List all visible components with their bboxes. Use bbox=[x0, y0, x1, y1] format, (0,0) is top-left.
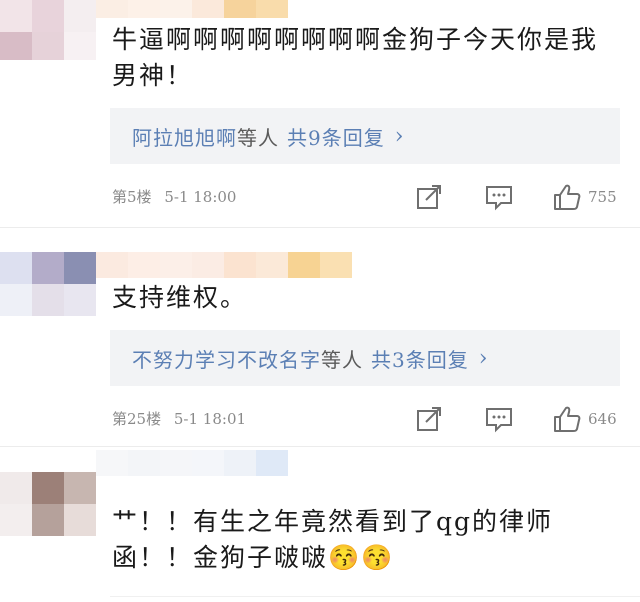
reply-summary[interactable]: 不努力学习不改名字 等人 共3条回复 › bbox=[110, 330, 620, 386]
divider bbox=[0, 227, 640, 228]
reply-summary[interactable]: 阿拉旭旭啊 等人 共9条回复 › bbox=[110, 108, 620, 164]
comment-meta: 第25楼 5-1 18:01 bbox=[112, 408, 246, 429]
reply-usernames[interactable]: 不努力学习不改名字 bbox=[132, 344, 321, 373]
thumbs-up-icon[interactable] bbox=[552, 404, 582, 434]
username-blurred[interactable] bbox=[96, 450, 288, 476]
floor-number: 第5楼 bbox=[112, 188, 152, 206]
comment-item: 艹！！有生之年竟然看到了qg的律师函！！金狗子啵啵😚😚 bbox=[0, 450, 640, 602]
username-blurred[interactable] bbox=[96, 252, 352, 278]
avatar[interactable] bbox=[0, 252, 96, 316]
comment-actions: 755 bbox=[414, 181, 617, 213]
username-blurred[interactable] bbox=[96, 0, 288, 18]
comment-text: 艹！！有生之年竟然看到了qg的律师函！！金狗子啵啵😚😚 bbox=[112, 507, 554, 572]
like-count: 646 bbox=[588, 410, 617, 428]
comment-item: 支持维权。 不努力学习不改名字 等人 共3条回复 › 第25楼 5-1 18:0… bbox=[0, 232, 640, 442]
timestamp: 5-1 18:00 bbox=[164, 188, 237, 206]
reply-and-others: 等人 bbox=[237, 125, 279, 150]
divider bbox=[0, 446, 640, 447]
chevron-right-icon: › bbox=[394, 123, 405, 149]
chevron-right-icon: › bbox=[478, 345, 489, 371]
comment-actions: 646 bbox=[414, 403, 617, 435]
reply-and-others: 等人 bbox=[321, 347, 363, 372]
reply-count[interactable]: 共9条回复 bbox=[287, 122, 385, 151]
comment-icon[interactable] bbox=[484, 404, 514, 434]
reply-usernames[interactable]: 阿拉旭旭啊 bbox=[132, 122, 237, 151]
comment-icon[interactable] bbox=[484, 182, 514, 212]
reply-count[interactable]: 共3条回复 bbox=[371, 344, 469, 373]
thumbs-up-icon[interactable] bbox=[552, 182, 582, 212]
share-icon[interactable] bbox=[414, 404, 444, 434]
timestamp: 5-1 18:01 bbox=[173, 410, 247, 428]
avatar[interactable] bbox=[0, 0, 96, 60]
divider bbox=[110, 596, 640, 597]
avatar[interactable] bbox=[0, 472, 96, 536]
comment-text: 牛逼啊啊啊啊啊啊啊啊金狗子今天你是我男神！ bbox=[112, 25, 599, 90]
share-icon[interactable] bbox=[414, 182, 444, 212]
comment-item: 牛逼啊啊啊啊啊啊啊啊金狗子今天你是我男神！ 阿拉旭旭啊 等人 共9条回复 › 第… bbox=[0, 0, 640, 225]
like-count: 755 bbox=[588, 188, 617, 206]
comment-text: 支持维权。 bbox=[112, 283, 248, 312]
comment-meta: 第5楼 5-1 18:00 bbox=[112, 186, 236, 207]
floor-number: 第25楼 bbox=[112, 410, 162, 428]
